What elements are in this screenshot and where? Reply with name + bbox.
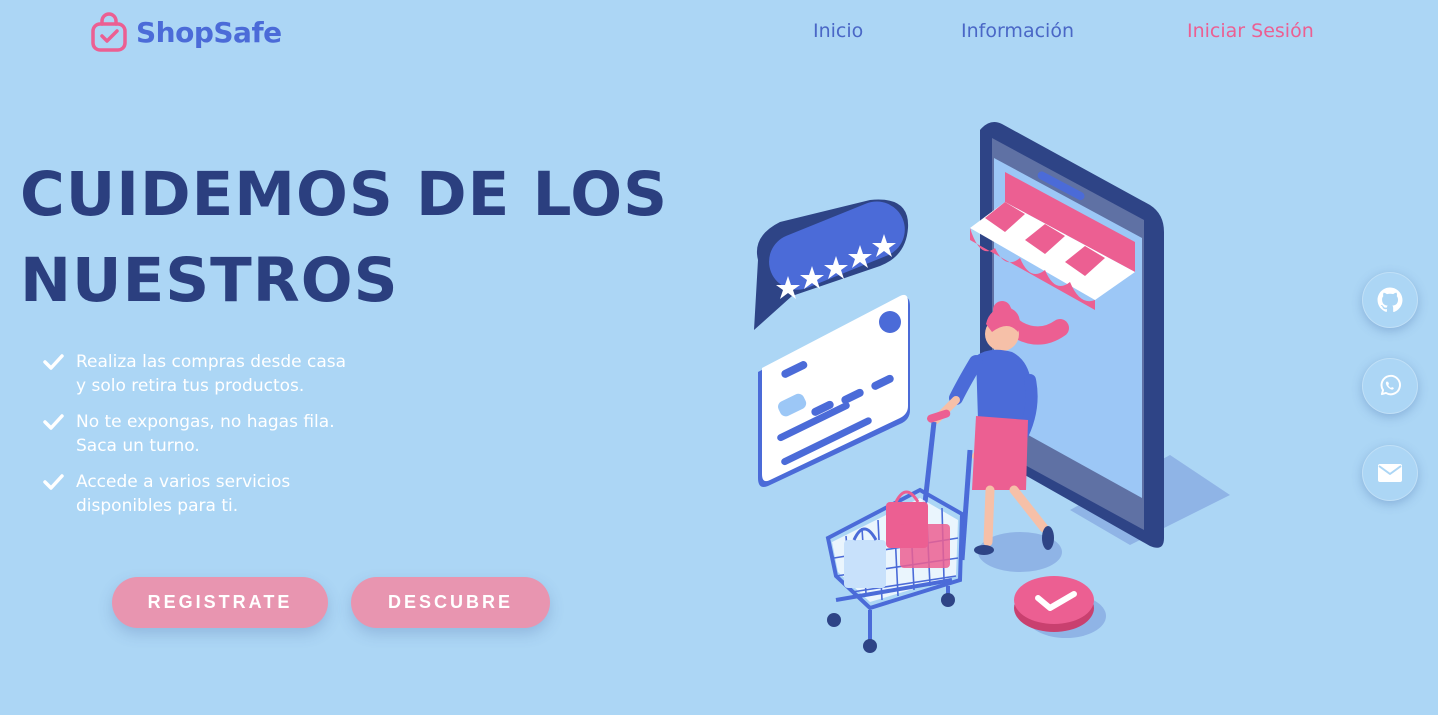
feature-text-line: y solo retira tus productos. <box>76 376 305 396</box>
brand-name: ShopSafe <box>136 15 282 49</box>
check-icon <box>43 474 64 490</box>
feature-text: Realiza las compras desde casa y solo re… <box>76 350 376 398</box>
feature-item: Realiza las compras desde casa y solo re… <box>42 350 376 398</box>
discover-button[interactable]: DESCUBRE <box>351 577 550 628</box>
feature-text: Accede a varios servicios disponibles pa… <box>76 470 376 518</box>
whatsapp-icon <box>1380 374 1401 396</box>
feature-item: No te expongas, no hagas fila. Saca un t… <box>42 410 376 458</box>
feature-item: Accede a varios servicios disponibles pa… <box>42 470 376 518</box>
feature-text-line: Accede a varios servicios <box>76 472 291 492</box>
nav-link-inicio[interactable]: Inicio <box>813 20 863 42</box>
shopping-bag-check-icon <box>91 12 127 52</box>
feature-text-line: No te expongas, no hagas fila. <box>76 412 335 432</box>
feature-text-line: disponibles para ti. <box>76 496 239 516</box>
feature-text-line: Saca un turno. <box>76 436 200 456</box>
feature-list: Realiza las compras desde casa y solo re… <box>42 350 376 530</box>
hero-title: CUIDEMOS DE LOS NUESTROS <box>20 159 669 316</box>
email-icon <box>1378 464 1402 482</box>
nav-link-iniciar-sesion[interactable]: Iniciar Sesión <box>1187 20 1314 42</box>
online-shopping-illustration <box>754 122 1230 653</box>
feature-text: No te expongas, no hagas fila. Saca un t… <box>76 410 376 458</box>
nav-link-informacion[interactable]: Información <box>961 20 1074 42</box>
register-button[interactable]: REGISTRATE <box>112 577 328 628</box>
email-button[interactable] <box>1362 445 1418 501</box>
feature-text-line: Realiza las compras desde casa <box>76 352 347 372</box>
check-icon <box>43 414 64 430</box>
whatsapp-button[interactable] <box>1362 358 1418 414</box>
brand-logo[interactable]: ShopSafe <box>90 12 282 52</box>
github-button[interactable] <box>1362 272 1418 328</box>
check-icon <box>43 354 64 370</box>
github-icon <box>1377 287 1403 313</box>
